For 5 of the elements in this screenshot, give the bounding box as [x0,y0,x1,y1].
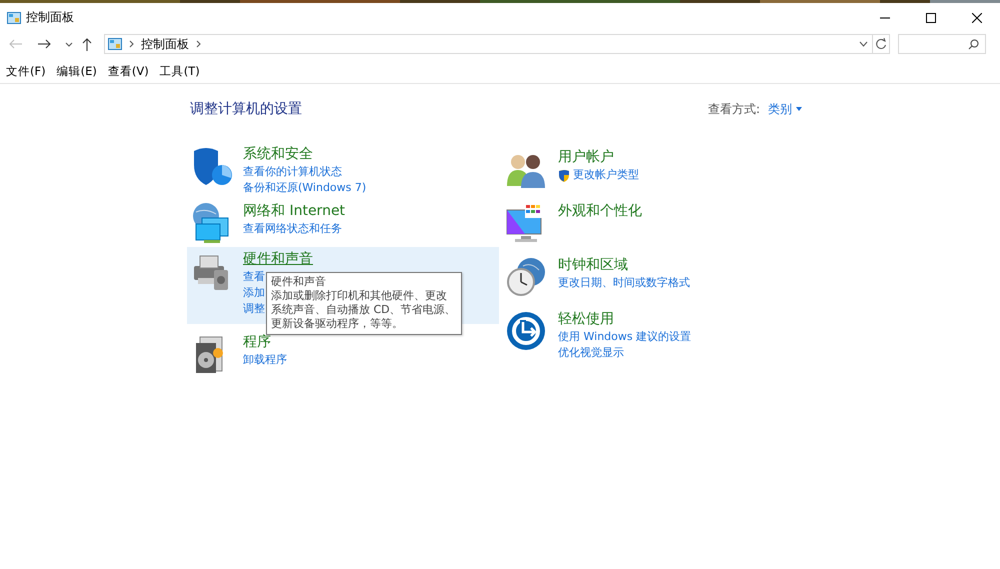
page-heading: 调整计算机的设置 [190,100,302,118]
view-by-label: 查看方式: [708,100,760,118]
window-title: 控制面板 [26,9,74,26]
tooltip-title: 硬件和声音 [271,275,327,289]
tooltip-text: 添加或删除打印机和其他硬件、更改系统声音、自动播放 CD、节省电源、更新设备驱动程序，等等。 [271,289,457,331]
